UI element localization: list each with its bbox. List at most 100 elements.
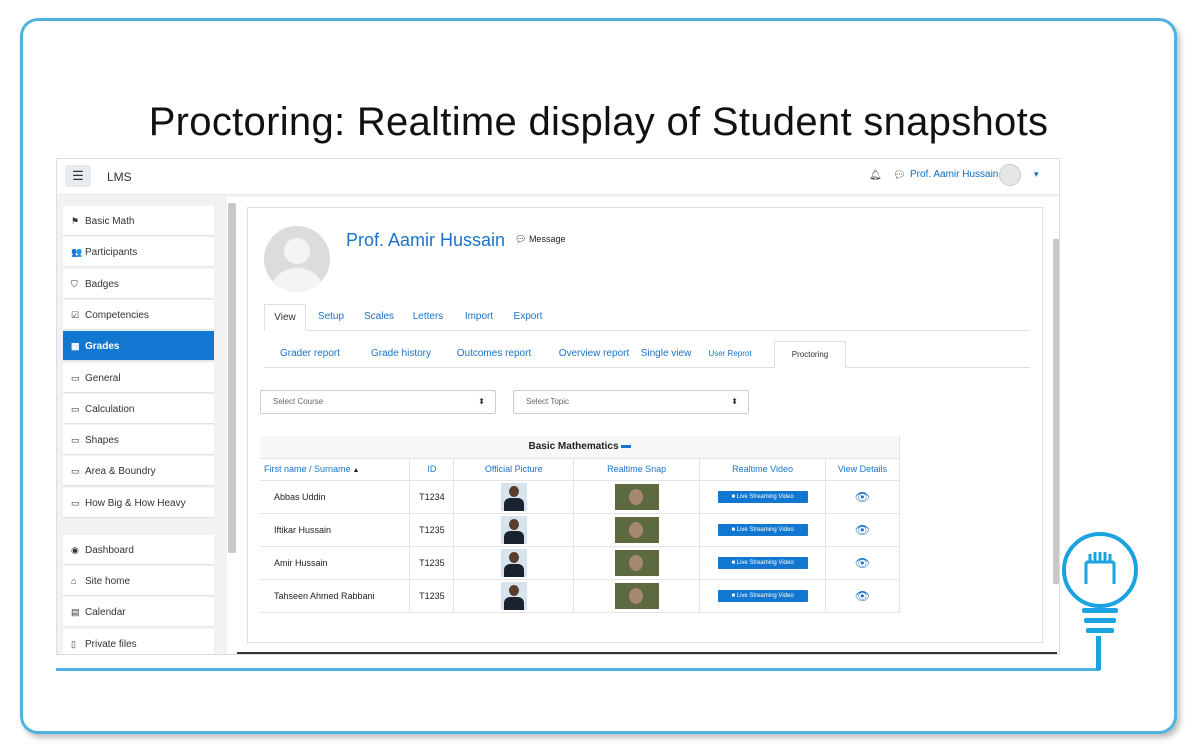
student-id: T1234 <box>409 480 455 514</box>
sidebar-item-label: General <box>85 372 121 384</box>
nav-icon: ▤ <box>71 607 80 618</box>
nav-icon: 👥 <box>71 247 83 258</box>
topic-select-placeholder: Select Topic <box>526 397 569 406</box>
profile-name[interactable]: Prof. Aamir Hussain <box>346 230 505 251</box>
chevron-down-icon[interactable]: ▾ <box>1034 169 1039 180</box>
tab-scales[interactable]: Scales <box>358 304 400 331</box>
primary-tabs: View Setup Scales Letters Import Export <box>264 304 1030 331</box>
realtime-snap-image[interactable] <box>614 549 659 576</box>
realtime-snap-cell <box>573 513 701 547</box>
course-select[interactable]: Select Course ⬍ <box>260 390 496 414</box>
sidebar-item-private-files[interactable]: ▯ Private files <box>63 628 214 654</box>
official-photo <box>500 581 527 610</box>
column-header-3[interactable]: Realtime Snap <box>573 458 701 481</box>
hamburger-menu-icon[interactable]: ☰ <box>65 165 91 187</box>
column-header-0[interactable]: First name / Surname ▲ <box>260 458 411 481</box>
message-link[interactable]: 💬︎ Message <box>515 234 565 245</box>
sidebar-item-site-home[interactable]: ⌂ Site home <box>63 565 214 596</box>
sidebar-scrollbar[interactable] <box>228 203 236 553</box>
official-picture-cell <box>453 513 575 547</box>
tab-export[interactable]: Export <box>508 304 548 331</box>
top-navbar: ☰ LMS 🔔︎ 💬︎ Prof. Aamir Hussain ▾ <box>57 159 1059 195</box>
live-streaming-button[interactable]: ■ Live Streaming Video <box>717 491 808 503</box>
profile-avatar <box>264 226 330 292</box>
sidebar-item-label: Basic Math <box>85 216 135 227</box>
header-label: Official Picture <box>484 464 543 474</box>
sidebar-item-general[interactable]: ▭ General <box>63 362 214 393</box>
sidebar-item-label: Competencies <box>85 309 149 321</box>
header-label: Realtime Snap <box>607 464 667 474</box>
sidebar-item-how-big-how-heavy[interactable]: ▭ How Big & How Heavy <box>63 487 214 518</box>
nav-icon: ⌂ <box>71 575 77 586</box>
eye-icon[interactable]: 👁︎ <box>855 490 870 504</box>
tab-user-reprot[interactable]: User Reprot <box>700 341 760 368</box>
sidebar-item-badges[interactable]: ⛉ Badges <box>63 268 214 299</box>
sidebar-item-label: Grades <box>85 341 120 353</box>
realtime-video-cell: ■ Live Streaming Video <box>699 579 827 613</box>
proctoring-table: Basic Mathematics First name / Surname ▲… <box>260 436 900 613</box>
tab-grade-history[interactable]: Grade history <box>362 341 440 368</box>
brand-label[interactable]: LMS <box>107 170 132 184</box>
live-streaming-button[interactable]: ■ Live Streaming Video <box>717 524 808 536</box>
sidebar-item-label: Shapes <box>85 435 119 447</box>
sidebar-item-dashboard[interactable]: ◉ Dashboard <box>63 534 214 565</box>
view-details-cell: 👁︎ <box>825 513 900 547</box>
eye-icon[interactable]: 👁︎ <box>855 589 870 603</box>
main-content: Prof. Aamir Hussain 💬︎ Message View Setup… <box>247 207 1043 643</box>
user-menu-name[interactable]: Prof. Aamir Hussain <box>910 169 998 180</box>
nav-icon: ⚑ <box>71 216 80 226</box>
user-avatar[interactable] <box>999 164 1021 186</box>
bell-icon[interactable]: 🔔︎ <box>869 170 882 181</box>
sidebar-item-competencies[interactable]: ☑ Competencies <box>63 299 214 330</box>
tab-grader-report[interactable]: Grader report <box>264 341 356 368</box>
table-row: Tahseen Ahmed Rabbani T1235 ■ Live Streami… <box>260 579 900 613</box>
tab-import[interactable]: Import <box>460 304 498 331</box>
tab-view[interactable]: View <box>264 304 306 331</box>
realtime-snap-image[interactable] <box>614 582 659 609</box>
sidebar-item-shapes[interactable]: ▭ Shapes <box>63 425 214 456</box>
sort-asc-icon[interactable]: ▲ <box>351 467 359 474</box>
tab-single-view[interactable]: Single view <box>636 341 696 368</box>
nav-icon: ▭ <box>71 372 80 383</box>
nav-icon: ▭ <box>71 435 80 446</box>
chat-icon[interactable]: 💬︎ <box>893 170 906 181</box>
tab-setup[interactable]: Setup <box>312 304 350 331</box>
sidebar-item-participants[interactable]: 👥 Participants <box>63 237 214 268</box>
table-header-row: First name / Surname ▲ ID Official Picture… <box>260 458 900 481</box>
sidebar-item-calendar[interactable]: ▤ Calendar <box>63 597 214 628</box>
sidebar-item-area-boundry[interactable]: ▭ Area & Boundry <box>63 456 214 487</box>
sidebar-item-grades[interactable]: ▦ Grades <box>63 331 214 362</box>
realtime-video-cell: ■ Live Streaming Video <box>699 546 827 580</box>
table-caption: Basic Mathematics <box>260 436 900 459</box>
tab-letters[interactable]: Letters <box>406 304 450 331</box>
collapse-icon[interactable] <box>620 445 631 449</box>
column-header-4[interactable]: Realtime Video <box>699 458 827 481</box>
student-id: T1235 <box>409 513 455 547</box>
sidebar-item-calculation[interactable]: ▭ Calculation <box>63 393 214 424</box>
realtime-snap-cell <box>573 546 701 580</box>
live-label: Live Streaming Video <box>736 593 794 599</box>
realtime-snap-image[interactable] <box>614 483 659 510</box>
realtime-snap-image[interactable] <box>614 516 659 543</box>
live-streaming-button[interactable]: ■ Live Streaming Video <box>717 590 808 602</box>
view-details-cell: 👁︎ <box>825 579 900 613</box>
student-name: Tahseen Ahmed Rabbani <box>260 579 411 613</box>
eye-icon[interactable]: 👁︎ <box>855 556 870 570</box>
nav-icon: ▭ <box>71 466 80 477</box>
topic-select[interactable]: Select Topic ⬍ <box>513 390 749 414</box>
tab-outcomes-report[interactable]: Outcomes report <box>444 341 544 368</box>
nav-icon: ▦ <box>71 341 80 352</box>
nav-icon: ☑ <box>71 309 80 320</box>
live-streaming-button[interactable]: ■ Live Streaming Video <box>717 557 808 569</box>
column-header-1[interactable]: ID <box>409 458 455 481</box>
sidebar-item-basic-math[interactable]: ⚑ Basic Math <box>63 206 214 236</box>
tab-proctoring[interactable]: Proctoring <box>774 341 846 368</box>
nav-icon: ◉ <box>71 544 79 555</box>
tab-overview-report[interactable]: Overview report <box>544 341 644 368</box>
eye-icon[interactable]: 👁︎ <box>855 523 870 537</box>
column-header-5[interactable]: View Details <box>825 458 900 481</box>
view-details-cell: 👁︎ <box>825 480 900 514</box>
message-label: Message <box>528 234 566 244</box>
column-header-2[interactable]: Official Picture <box>453 458 575 481</box>
table-row: Iftikar Hussain T1235 ■ Live Streaming Vid… <box>260 513 900 547</box>
